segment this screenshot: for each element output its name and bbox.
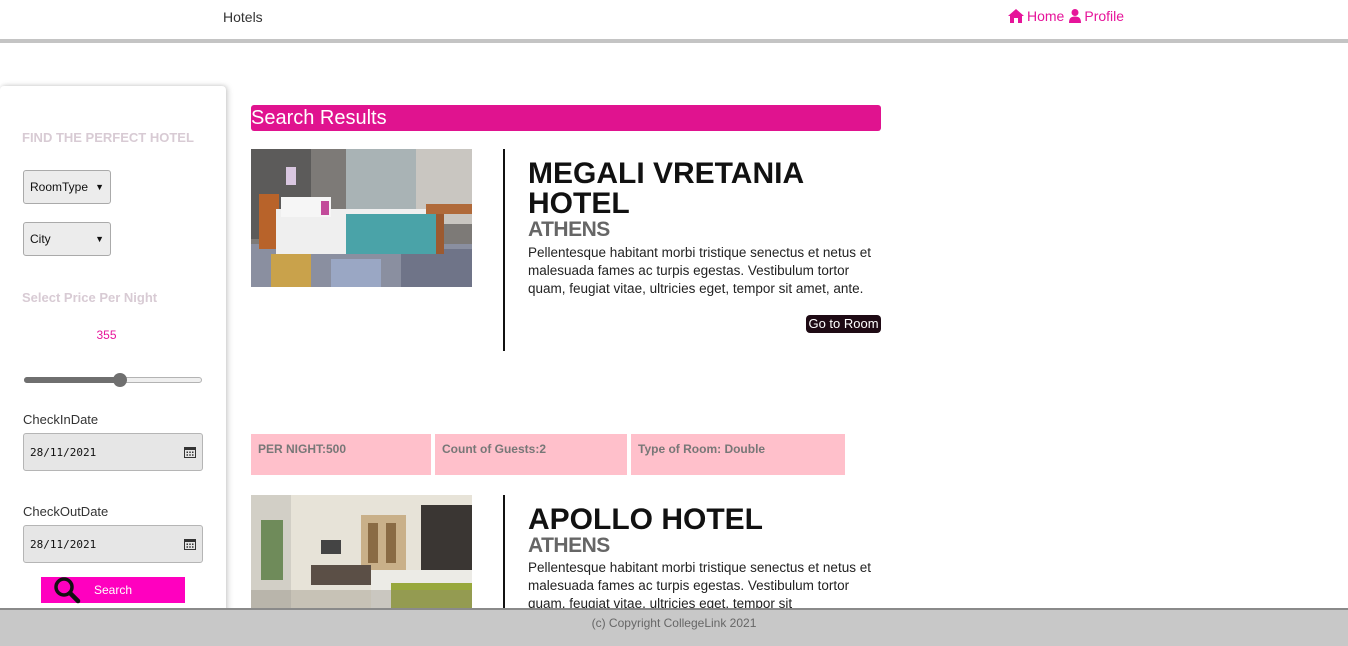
search-results-header: Search Results xyxy=(251,105,881,131)
search-icon xyxy=(54,577,81,604)
hotel-divider xyxy=(503,495,505,608)
hotel-city: ATHENS xyxy=(528,218,610,241)
slider-thumb[interactable] xyxy=(112,373,127,387)
slider-fill xyxy=(24,377,120,383)
hotel-city: ATHENS xyxy=(528,534,610,557)
filter-title: FIND THE PERFECT HOTEL xyxy=(22,130,194,145)
city-select[interactable]: City ▼ xyxy=(23,222,111,256)
chevron-down-icon: ▼ xyxy=(95,234,104,244)
checkin-label: CheckInDate xyxy=(23,412,99,427)
checkin-date-input[interactable]: 28/11/2021 xyxy=(23,433,203,471)
chevron-down-icon: ▼ xyxy=(95,182,104,192)
profile-label: Profile xyxy=(1084,8,1125,24)
room-type-badge: Type of Room: Double xyxy=(631,434,845,475)
filter-sidebar: FIND THE PERFECT HOTEL RoomType ▼ City ▼… xyxy=(0,86,226,616)
guests-badge: Count of Guests:2 xyxy=(435,434,627,475)
checkout-date-value: 28/11/2021 xyxy=(30,537,97,551)
hotel-room-photo xyxy=(251,495,472,608)
room-type-select-value: RoomType xyxy=(30,180,89,194)
calendar-icon[interactable] xyxy=(184,446,196,458)
nav-divider xyxy=(0,39,1348,43)
search-button[interactable]: Search xyxy=(41,577,185,604)
hotel-description: Pellentesque habitant morbi tristique se… xyxy=(528,245,871,296)
calendar-icon[interactable] xyxy=(184,538,196,550)
checkin-date-value: 28/11/2021 xyxy=(30,445,97,459)
copyright-text: (c) Copyright CollegeLink 2021 xyxy=(591,616,757,630)
nav-links: Home Profile xyxy=(1008,8,1124,24)
per-night-badge: PER NIGHT:500 xyxy=(251,434,431,475)
home-icon xyxy=(1008,9,1024,23)
hotel-image[interactable] xyxy=(251,149,472,287)
home-link[interactable]: Home xyxy=(1008,8,1064,24)
hotel-divider xyxy=(503,149,505,351)
hotel-description: Pellentesque habitant morbi tristique se… xyxy=(528,560,871,608)
room-type-select[interactable]: RoomType ▼ xyxy=(23,170,111,204)
hotel-name: APOLLO HOTEL xyxy=(528,503,763,536)
checkout-date-input[interactable]: 28/11/2021 xyxy=(23,525,203,563)
hotel-room-photo xyxy=(251,149,472,287)
home-label: Home xyxy=(1027,8,1065,24)
hotel-name: MEGALI VRETANIA HOTEL xyxy=(528,157,803,220)
top-navbar: Hotels Home Profile xyxy=(0,0,1348,39)
footer: (c) Copyright CollegeLink 2021 xyxy=(0,608,1348,646)
brand-link[interactable]: Hotels xyxy=(223,9,263,25)
search-button-label: Search xyxy=(93,583,133,597)
user-icon xyxy=(1069,9,1082,23)
price-title: Select Price Per Night xyxy=(22,290,158,305)
hotel-image[interactable] xyxy=(251,495,472,608)
checkout-label: CheckOutDate xyxy=(23,504,109,519)
price-slider[interactable] xyxy=(24,373,202,387)
profile-link[interactable]: Profile xyxy=(1069,8,1124,24)
go-to-room-button[interactable]: Go to Room xyxy=(806,315,881,333)
price-value: 355 xyxy=(96,328,117,342)
city-select-value: City xyxy=(30,232,51,246)
